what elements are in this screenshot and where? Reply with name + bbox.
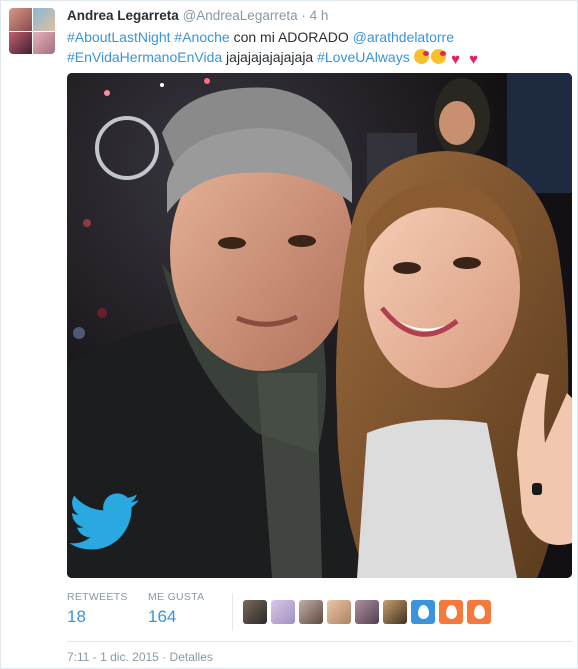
liker-avatar[interactable] (327, 600, 351, 624)
author-handle[interactable]: @AndreaLegarreta (183, 8, 298, 23)
retweets-count[interactable]: 18 (67, 607, 128, 627)
tweet-time[interactable]: 4 h (310, 8, 329, 23)
red-heart-icon: ♥ (451, 51, 461, 68)
mention-arathdelatorre[interactable]: @arathdelatorre (353, 29, 454, 45)
tweet-stats: RETWEETS 18 ME GUSTA 164 (67, 591, 572, 636)
default-egg-avatar[interactable] (467, 600, 491, 624)
tweet-footer: 7:11 - 1 dic. 2015 · Detalles (67, 650, 213, 664)
stats-divider (232, 593, 233, 631)
hashtag-envidahermanoenvida[interactable]: #EnVidaHermanoEnVida (67, 49, 222, 65)
tweet-photo[interactable] (67, 73, 572, 578)
tweet-text: #AboutLastNight #Anoche con mi ADORADO @… (67, 27, 507, 67)
details-link[interactable]: Detalles (170, 650, 213, 664)
likes-count[interactable]: 164 (148, 607, 204, 627)
footer-separator: · (162, 650, 167, 664)
footer-divider (67, 641, 572, 642)
default-egg-avatar[interactable] (411, 600, 435, 624)
red-heart-icon: ♥ (469, 51, 479, 68)
hashtag-anoche[interactable]: #Anoche (174, 29, 229, 45)
egg-icon (445, 605, 457, 619)
liker-avatar[interactable] (299, 600, 323, 624)
retweets-label: RETWEETS (67, 591, 128, 603)
liker-avatar[interactable] (355, 600, 379, 624)
retweets-stat[interactable]: RETWEETS 18 (67, 591, 128, 627)
photo-image (67, 73, 572, 578)
tweet-text-segment: jajajajajajajaja (222, 49, 318, 65)
header-separator: · (301, 8, 306, 23)
liker-avatar[interactable] (271, 600, 295, 624)
twitter-bird-icon (69, 493, 139, 550)
likes-label: ME GUSTA (148, 591, 205, 603)
profile-avatar[interactable] (9, 8, 55, 54)
hashtag-loveualways[interactable]: #LoveUAlways (317, 49, 410, 65)
kissing-face-icon (430, 49, 446, 64)
tweet-text-segment: con mi ADORADO (229, 29, 353, 45)
egg-icon (417, 605, 429, 619)
likers-avatars (243, 600, 491, 624)
liker-avatar[interactable] (383, 600, 407, 624)
hashtag-aboutlastnight[interactable]: #AboutLastNight (67, 29, 171, 45)
author-name[interactable]: Andrea Legarreta (67, 8, 179, 23)
egg-icon (473, 605, 485, 619)
tweet-timestamp[interactable]: 7:11 - 1 dic. 2015 (67, 650, 159, 664)
likes-stat[interactable]: ME GUSTA 164 (148, 591, 204, 627)
default-egg-avatar[interactable] (439, 600, 463, 624)
tweet-header: Andrea Legarreta @AndreaLegarreta · 4 h (67, 8, 328, 23)
tweet-card: Andrea Legarreta @AndreaLegarreta · 4 h … (0, 0, 578, 669)
kissing-face-icon (413, 49, 429, 64)
liker-avatar[interactable] (243, 600, 267, 624)
